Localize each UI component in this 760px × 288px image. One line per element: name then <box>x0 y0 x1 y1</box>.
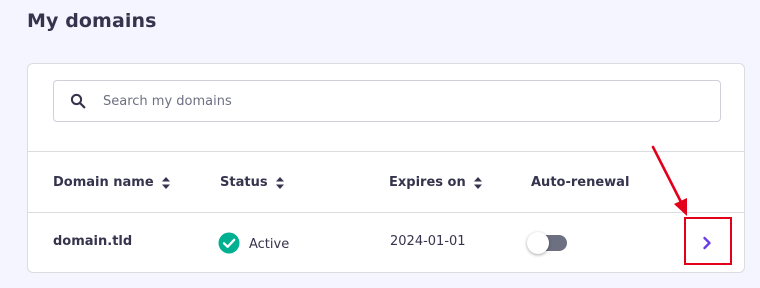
auto-renewal-toggle[interactable] <box>527 232 567 254</box>
page-title: My domains <box>27 10 157 32</box>
column-label: Status <box>220 175 268 190</box>
table-header: Domain name Status Expires on Auto-renew… <box>28 152 744 212</box>
domains-card: Domain name Status Expires on Auto-renew… <box>27 63 745 273</box>
column-header-auto-renewal: Auto-renewal <box>531 175 629 190</box>
status-badge: Active <box>249 236 290 252</box>
search-box[interactable] <box>53 80 721 122</box>
expiry-date: 2024-01-01 <box>390 234 466 249</box>
search-input[interactable] <box>103 93 663 109</box>
sort-icon <box>161 176 170 189</box>
column-header-status[interactable]: Status <box>220 175 284 190</box>
status-cell: Active <box>218 232 290 254</box>
search-icon <box>68 91 88 111</box>
column-label: Domain name <box>53 175 154 190</box>
annotation-highlight-box <box>684 217 732 265</box>
sort-icon <box>275 176 284 189</box>
column-label: Auto-renewal <box>531 175 630 190</box>
column-header-expires-on[interactable]: Expires on <box>389 175 482 190</box>
annotation-arrow-icon <box>651 145 687 216</box>
toggle-knob <box>527 232 549 254</box>
column-label: Expires on <box>389 175 466 190</box>
table-row[interactable]: domain.tld Active 2024-01-01 <box>28 213 744 273</box>
check-circle-icon <box>218 232 240 254</box>
column-header-domain-name[interactable]: Domain name <box>53 175 170 190</box>
sort-icon <box>473 176 482 189</box>
domain-name[interactable]: domain.tld <box>53 234 132 249</box>
